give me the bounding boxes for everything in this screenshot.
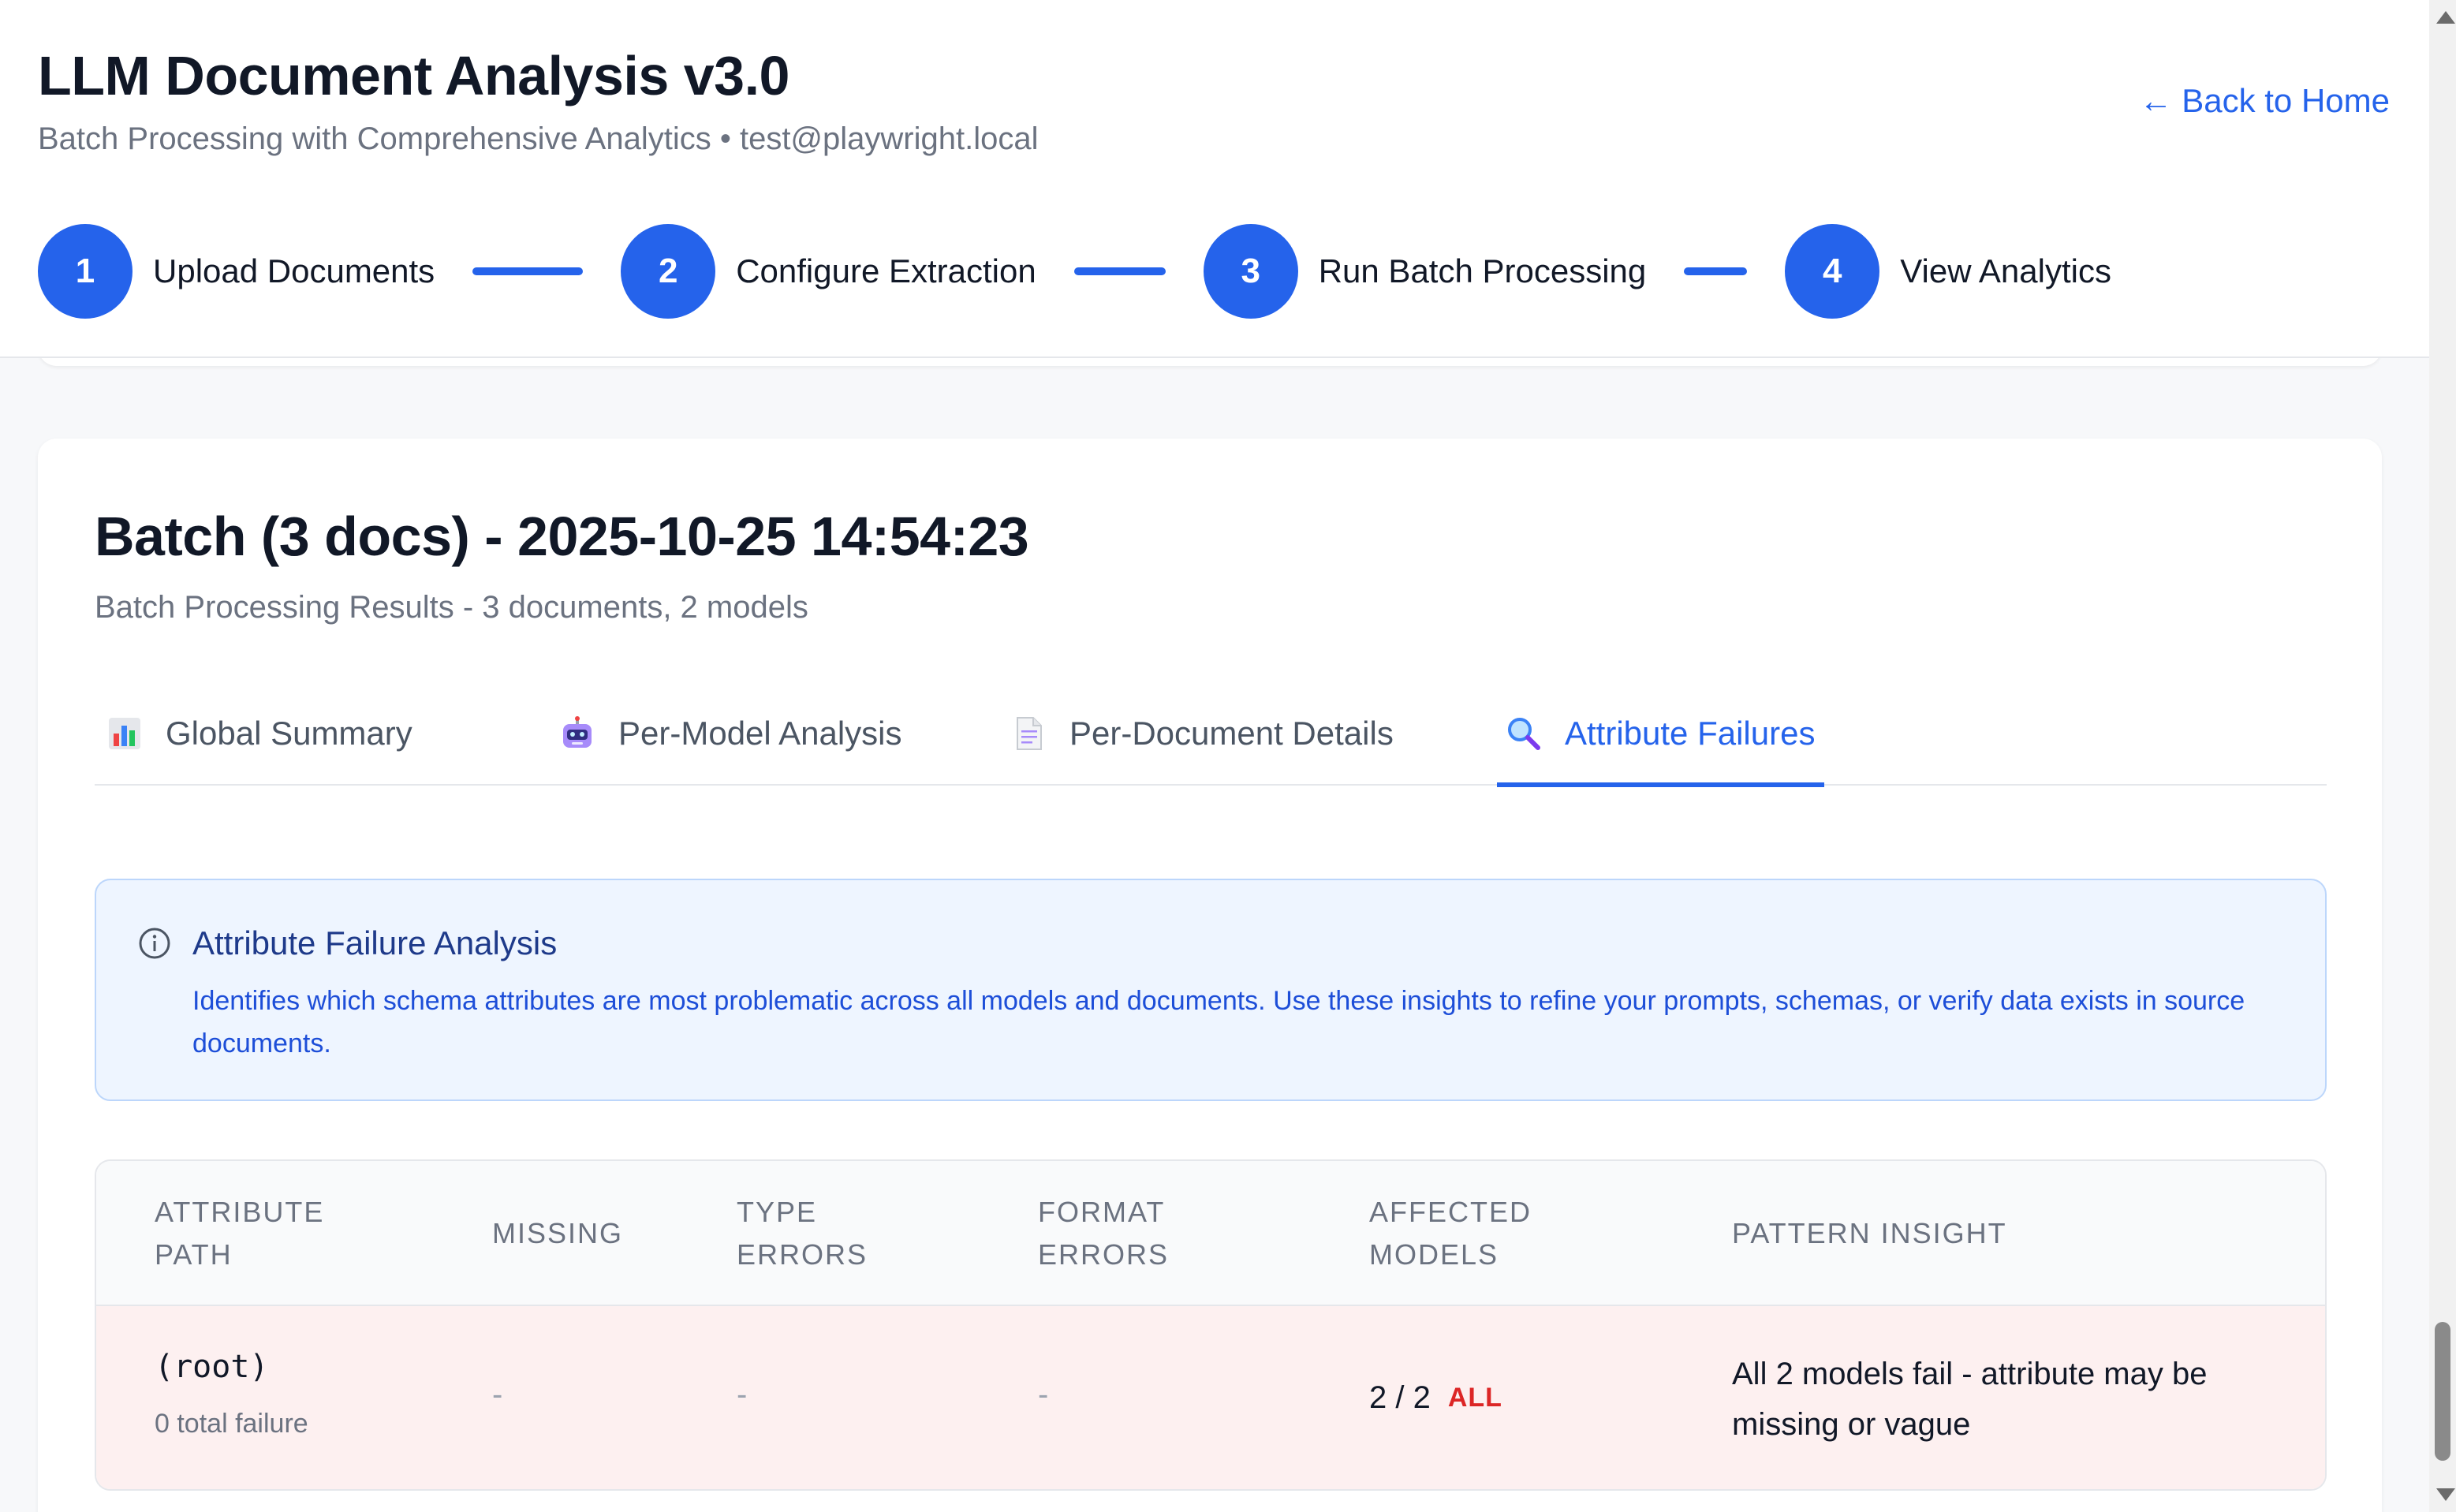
info-title: Attribute Failure Analysis bbox=[192, 924, 558, 961]
workflow-stepper: 1 Upload Documents 2 Configure Extractio… bbox=[38, 224, 2111, 319]
step-label: Configure Extraction bbox=[736, 252, 1036, 289]
attribute-failures-table: ATTRIBUTE PATH MISSING TYPE ERRORS FORMA… bbox=[95, 1159, 2327, 1491]
tab-per-model-analysis[interactable]: Per-Model Analysis bbox=[560, 681, 901, 786]
table-row[interactable]: (root) 0 total failure - - - 2 / 2 ALL A… bbox=[96, 1306, 2325, 1489]
total-failure-count: 0 total failure bbox=[155, 1409, 308, 1439]
column-header-format-errors[interactable]: FORMAT ERRORS bbox=[1038, 1161, 1196, 1306]
missing-cell: - bbox=[492, 1377, 503, 1412]
document-icon bbox=[1011, 716, 1046, 751]
tab-label: Per-Document Details bbox=[1069, 715, 1394, 752]
tab-label: Per-Model Analysis bbox=[618, 715, 902, 752]
app-header: LLM Document Analysis v3.0 Batch Process… bbox=[0, 0, 2429, 358]
affected-models-count: 2 / 2 bbox=[1369, 1380, 1431, 1415]
step-upload-documents[interactable]: 1 Upload Documents bbox=[38, 224, 435, 319]
step-connector bbox=[472, 267, 584, 275]
bar-chart-icon bbox=[107, 716, 142, 751]
step-connector bbox=[1684, 267, 1748, 275]
pattern-insight-cell: All 2 models fail - attribute may be mis… bbox=[1732, 1357, 2208, 1442]
step-label: Upload Documents bbox=[153, 252, 435, 289]
page-scrollbar[interactable] bbox=[2429, 0, 2456, 1512]
step-number: 1 bbox=[38, 224, 133, 319]
step-number: 3 bbox=[1203, 224, 1298, 319]
tab-global-summary[interactable]: Global Summary bbox=[107, 681, 412, 786]
magnifier-icon bbox=[1506, 716, 1541, 751]
scroll-down-arrow-icon[interactable] bbox=[2436, 1488, 2455, 1501]
back-to-home-link[interactable]: ← Back to Home bbox=[2140, 82, 2390, 120]
attribute-path-cell: (root) bbox=[155, 1349, 269, 1385]
tab-per-document-details[interactable]: Per-Document Details bbox=[1011, 681, 1394, 786]
column-header-type-errors[interactable]: TYPE ERRORS bbox=[737, 1161, 894, 1306]
step-number: 4 bbox=[1785, 224, 1880, 319]
step-run-batch-processing[interactable]: 3 Run Batch Processing bbox=[1203, 224, 1647, 319]
app-subtitle: Batch Processing with Comprehensive Anal… bbox=[38, 121, 1039, 156]
column-header-pattern-insight[interactable]: PATTERN INSIGHT bbox=[1732, 1161, 2205, 1306]
app-viewport: LLM Document Analysis v3.0 Batch Process… bbox=[0, 0, 2429, 1512]
affected-models-cell: 2 / 2 ALL bbox=[1369, 1380, 1502, 1416]
type-errors-cell: - bbox=[737, 1377, 748, 1412]
table-header: ATTRIBUTE PATH MISSING TYPE ERRORS FORMA… bbox=[96, 1161, 2325, 1306]
step-connector bbox=[1073, 267, 1166, 275]
tab-attribute-failures[interactable]: Attribute Failures bbox=[1497, 681, 1825, 787]
step-number: 2 bbox=[621, 224, 716, 319]
app-title: LLM Document Analysis v3.0 bbox=[38, 45, 790, 106]
info-icon bbox=[137, 926, 172, 961]
tab-label: Global Summary bbox=[166, 715, 412, 752]
all-models-badge: ALL bbox=[1447, 1383, 1502, 1413]
column-header-missing[interactable]: MISSING bbox=[492, 1161, 650, 1306]
robot-icon bbox=[560, 716, 595, 751]
info-description: Identifies which schema attributes are m… bbox=[192, 986, 2245, 1058]
scrollbar-thumb[interactable] bbox=[2435, 1322, 2450, 1461]
batch-title: Batch (3 docs) - 2025-10-25 14:54:23 bbox=[95, 506, 1029, 567]
batch-results-card: Batch (3 docs) - 2025-10-25 14:54:23 Bat… bbox=[38, 439, 2382, 1512]
scroll-up-arrow-icon[interactable] bbox=[2436, 11, 2455, 24]
results-tabs: Global Summary Per-Model Analysis Per-Do… bbox=[95, 681, 2327, 787]
step-label: View Analytics bbox=[1900, 252, 2111, 289]
step-view-analytics[interactable]: 4 View Analytics bbox=[1785, 224, 2111, 319]
column-header-affected-models[interactable]: AFFECTED MODELS bbox=[1369, 1161, 1551, 1306]
batch-subtitle: Batch Processing Results - 3 documents, … bbox=[95, 590, 808, 625]
attribute-failure-info-box: Attribute Failure Analysis Identifies wh… bbox=[95, 879, 2327, 1101]
step-configure-extraction[interactable]: 2 Configure Extraction bbox=[621, 224, 1036, 319]
step-label: Run Batch Processing bbox=[1318, 252, 1647, 289]
column-header-attribute-path[interactable]: ATTRIBUTE PATH bbox=[155, 1161, 323, 1306]
tab-label: Attribute Failures bbox=[1565, 715, 1816, 752]
format-errors-cell: - bbox=[1038, 1377, 1049, 1412]
